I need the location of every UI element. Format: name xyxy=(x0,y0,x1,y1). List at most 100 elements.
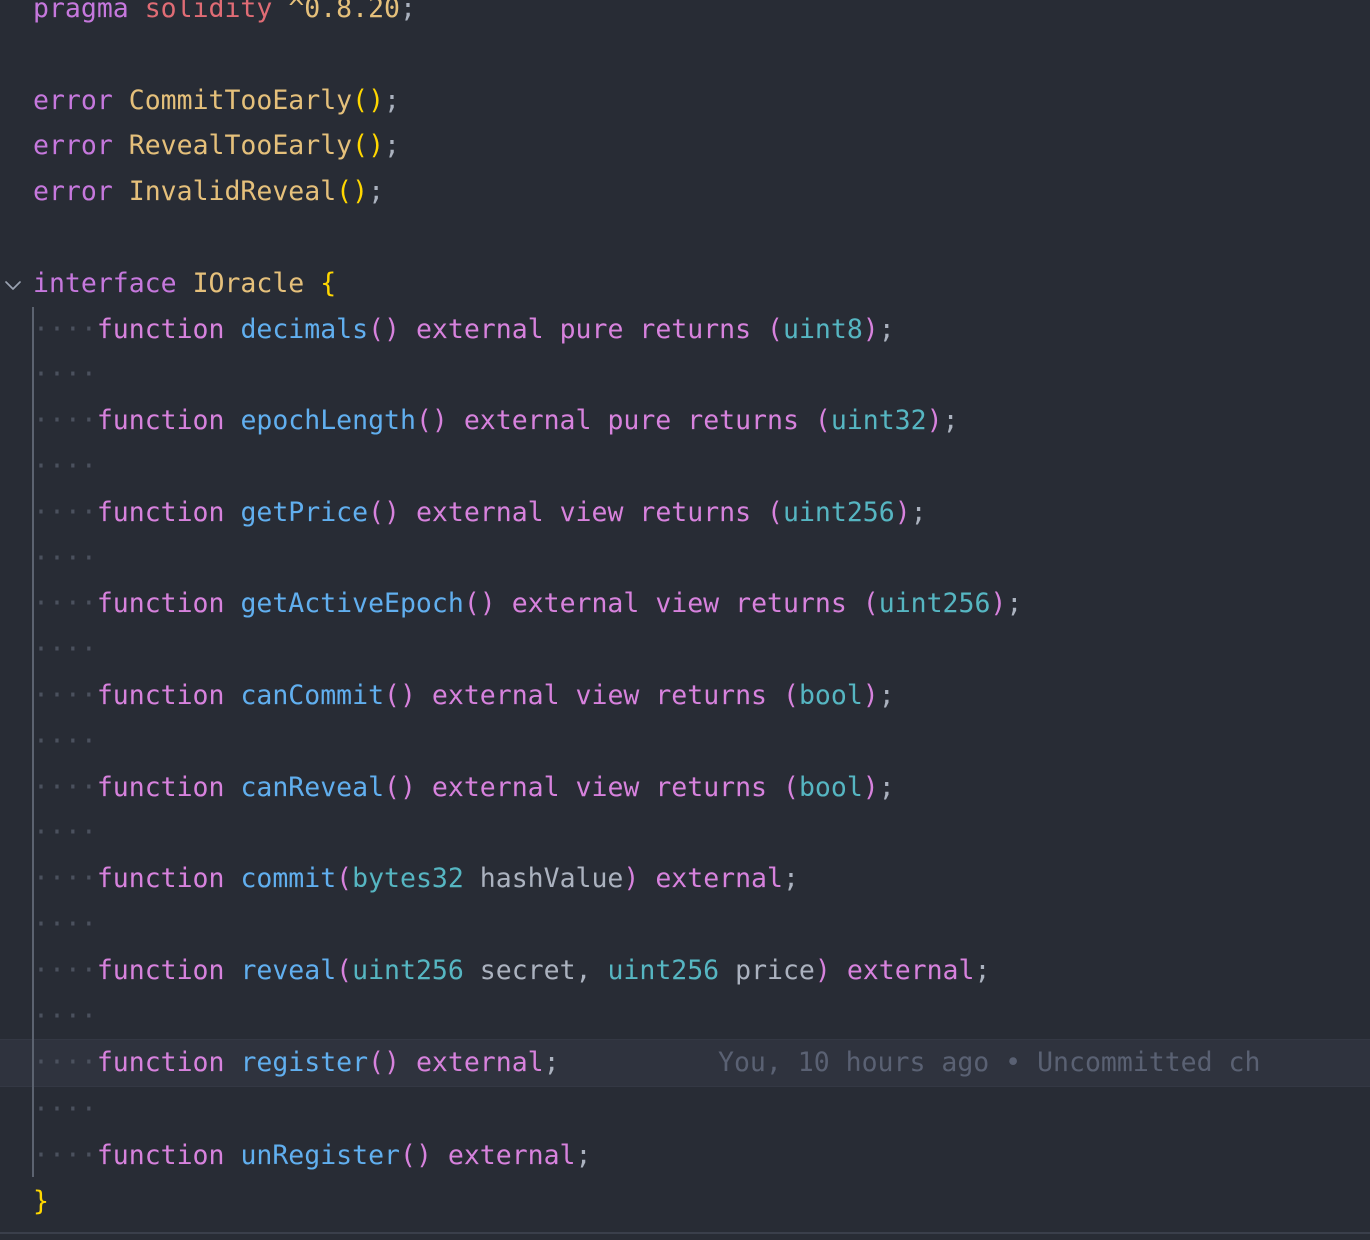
code-line-text: ····function reveal(uint256 secret, uint… xyxy=(0,948,1370,994)
code-line-text: ···· xyxy=(0,810,1370,856)
code-token: unRegister xyxy=(240,1139,400,1171)
code-line-text: ···· xyxy=(0,627,1370,673)
code-token: function xyxy=(96,679,225,711)
code-line-text: ····function getActiveEpoch() external v… xyxy=(0,581,1370,627)
code-line[interactable]: ····function canCommit() external view r… xyxy=(0,673,1370,719)
code-line[interactable]: ···· xyxy=(0,994,1370,1040)
code-line[interactable]: ····function commit(bytes32 hashValue) e… xyxy=(0,856,1370,902)
code-line[interactable]: ···· xyxy=(0,810,1370,856)
code-line[interactable] xyxy=(0,32,1370,78)
code-line[interactable]: pragma solidity ^0.8.20; xyxy=(0,0,1370,32)
indent-whitespace-dots: ···· xyxy=(33,496,97,528)
code-token: uint32 xyxy=(830,405,927,437)
code-line[interactable]: ···· xyxy=(0,1087,1370,1133)
code-content[interactable]: pragma solidity ^0.8.20; error CommitTooE… xyxy=(0,0,1370,1225)
panel-strip xyxy=(0,1234,1370,1240)
code-token: uint256 xyxy=(783,496,895,528)
code-line[interactable]: ···· xyxy=(0,902,1370,948)
code-token: bytes32 xyxy=(352,863,464,895)
code-token: hashValue xyxy=(479,863,624,895)
code-line[interactable]: ····function getActiveEpoch() external v… xyxy=(0,581,1370,627)
code-line[interactable]: ···· xyxy=(0,352,1370,398)
code-line[interactable]: } xyxy=(0,1179,1370,1225)
code-token: () xyxy=(352,84,385,116)
code-line[interactable]: error CommitTooEarly(); xyxy=(0,78,1370,124)
code-token: ; xyxy=(878,679,895,711)
code-line[interactable]: ····function reveal(uint256 secret, uint… xyxy=(0,948,1370,994)
code-token: external xyxy=(463,405,592,437)
code-line[interactable]: error RevealTooEarly(); xyxy=(0,123,1370,169)
code-token: ; xyxy=(400,0,416,24)
code-token: ; xyxy=(878,313,895,345)
code-token: function xyxy=(96,313,225,345)
code-token: function xyxy=(96,954,225,986)
chevron-down-icon[interactable] xyxy=(2,274,24,296)
code-token: ; xyxy=(782,863,799,895)
code-token: ( xyxy=(767,496,783,528)
code-line[interactable]: ····function epochLength() external pure… xyxy=(0,398,1370,444)
indent-whitespace-dots: ···· xyxy=(33,450,97,482)
indent-whitespace-dots: ···· xyxy=(33,771,97,803)
code-line[interactable]: ···· xyxy=(0,627,1370,673)
code-line-text: ···· xyxy=(0,1087,1370,1133)
code-line[interactable]: ····function canReveal() external view r… xyxy=(0,765,1370,811)
code-token: ; xyxy=(878,771,895,803)
code-line-text: ···· xyxy=(0,352,1370,398)
code-line[interactable]: error InvalidReveal(); xyxy=(0,169,1370,215)
code-line[interactable] xyxy=(0,215,1370,261)
code-token: { xyxy=(320,267,337,299)
code-token: () xyxy=(368,1047,400,1079)
code-line[interactable]: ···· xyxy=(0,444,1370,490)
indent-whitespace-dots: ···· xyxy=(33,954,97,986)
code-token: function xyxy=(96,771,225,803)
code-token: ( xyxy=(862,588,879,620)
code-line[interactable]: ····function getPrice() external view re… xyxy=(0,490,1370,536)
code-line-text: ···· xyxy=(0,536,1370,582)
code-token: error xyxy=(33,176,113,208)
code-token: , xyxy=(575,954,608,986)
code-token: () xyxy=(463,588,496,620)
code-token: returns xyxy=(735,588,847,620)
code-line[interactable]: ····function decimals() external pure re… xyxy=(0,307,1370,353)
code-token: ) xyxy=(926,405,943,437)
indent-whitespace-dots: ···· xyxy=(33,1139,97,1171)
code-line-text: ···· xyxy=(0,444,1370,490)
code-editor-viewport[interactable]: pragma solidity ^0.8.20; error CommitTooE… xyxy=(0,0,1370,1240)
code-line[interactable]: ····function unRegister() external; xyxy=(0,1133,1370,1179)
indent-whitespace-dots: ···· xyxy=(33,725,97,757)
code-token: returns xyxy=(655,771,768,803)
code-token: interface xyxy=(33,267,177,299)
code-token: ; xyxy=(384,130,401,162)
code-token: ; xyxy=(974,954,991,986)
code-line[interactable]: ···· xyxy=(0,719,1370,765)
code-token: ; xyxy=(575,1139,592,1171)
code-token: solidity xyxy=(144,0,273,24)
code-line[interactable]: interface IOracle { xyxy=(0,261,1370,307)
code-token: ; xyxy=(384,84,401,116)
code-line[interactable]: ···· xyxy=(0,536,1370,582)
code-token: function xyxy=(96,588,225,620)
code-line-text: ····function register() external; xyxy=(0,1040,1370,1086)
code-line-text: ···· xyxy=(0,902,1370,948)
code-token: external xyxy=(431,679,560,711)
code-token: uint256 xyxy=(352,954,464,986)
code-token: ( xyxy=(767,313,783,345)
code-line-current[interactable]: ····function register() external; You, 10… xyxy=(0,1039,1370,1088)
code-token: ( xyxy=(814,405,831,437)
